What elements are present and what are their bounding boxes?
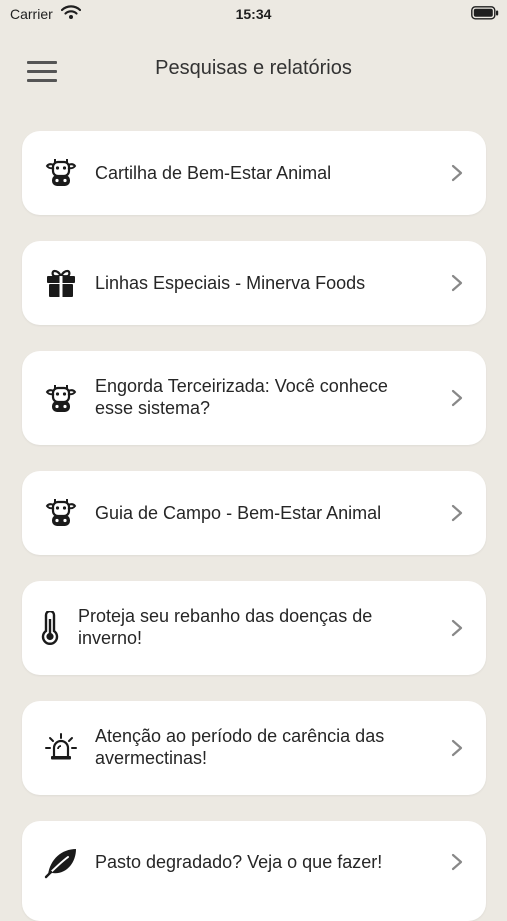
chevron-right-icon bbox=[450, 388, 464, 408]
list-item-label: Cartilha de Bem-Estar Animal bbox=[95, 163, 332, 183]
list-item-carencia-avermectinas[interactable]: Atenção ao período de carência das averm… bbox=[22, 701, 486, 795]
cow-icon bbox=[44, 496, 78, 530]
list-item-guia-de-campo[interactable]: Guia de Campo - Bem-Estar Animal bbox=[22, 471, 486, 555]
chevron-right-icon bbox=[450, 503, 464, 523]
alarm-icon bbox=[44, 731, 78, 765]
chevron-right-icon bbox=[450, 852, 464, 872]
list-item-label: Guia de Campo - Bem-Estar Animal bbox=[95, 503, 382, 523]
chevron-right-icon bbox=[450, 738, 464, 758]
battery-icon bbox=[471, 6, 499, 25]
gift-icon bbox=[44, 266, 78, 300]
list-item-pasto-degradado[interactable]: Pasto degradado? Veja o que fazer! bbox=[22, 821, 486, 921]
list-item-label: Linhas Especiais - Minerva Foods bbox=[95, 273, 366, 293]
list-item-label: Pasto degradado? Veja o que fazer! bbox=[95, 852, 383, 872]
list-item-engorda-terceirizada[interactable]: Engorda Terceirizada: Você conhece esse … bbox=[22, 351, 486, 445]
page-title: Pesquisas e relatórios bbox=[155, 57, 352, 79]
chevron-right-icon bbox=[450, 273, 464, 293]
thermometer-icon bbox=[38, 611, 62, 645]
cow-icon bbox=[44, 156, 78, 190]
status-bar: Carrier 15:34 bbox=[0, 0, 507, 28]
clock: 15:34 bbox=[235, 6, 272, 22]
chevron-right-icon bbox=[450, 618, 464, 638]
cow-icon bbox=[44, 382, 78, 416]
list-item-linhas-especiais[interactable]: Linhas Especiais - Minerva Foods bbox=[22, 241, 486, 325]
chevron-right-icon bbox=[450, 163, 464, 183]
list-item-doencas-de-inverno[interactable]: Proteja seu rebanho das doenças de inver… bbox=[22, 581, 486, 675]
leaf-icon bbox=[44, 845, 78, 879]
list-item-label: Atenção ao período de carência das averm… bbox=[95, 726, 385, 768]
list-item-label: Engorda Terceirizada: Você conhece esse … bbox=[95, 376, 388, 418]
list-item-cartilha-bem-estar[interactable]: Cartilha de Bem-Estar Animal bbox=[22, 131, 486, 215]
nav-header: Pesquisas e relatórios bbox=[0, 40, 507, 100]
list-item-label: Proteja seu rebanho das doenças de inver… bbox=[78, 606, 373, 648]
